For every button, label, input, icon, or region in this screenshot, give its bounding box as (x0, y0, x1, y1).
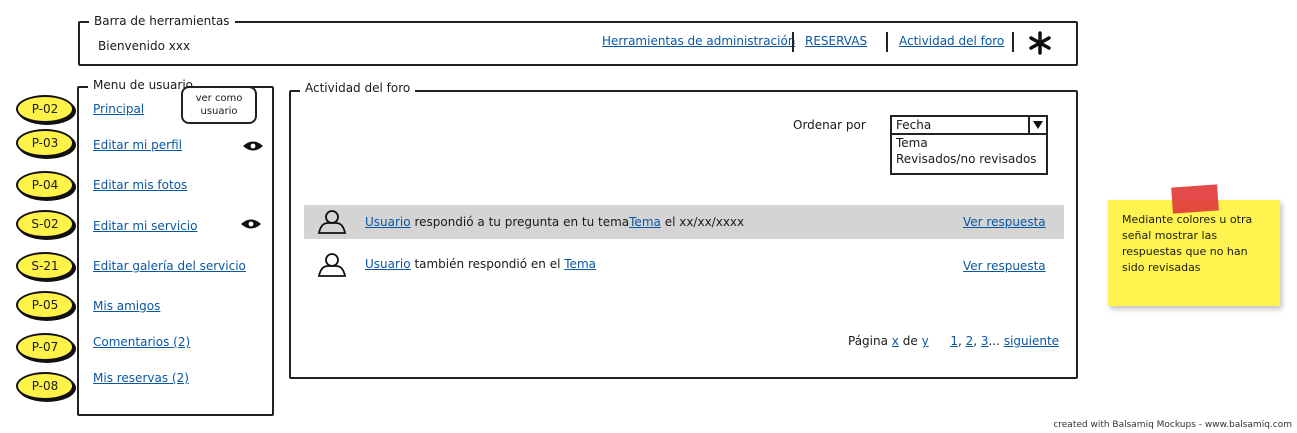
current-page-link[interactable]: x (892, 334, 899, 348)
sticky-note-tape (1171, 184, 1219, 214)
pagination: Página x de y 1, 2, 3... siguiente (848, 334, 1060, 348)
sort-select[interactable]: Fecha (890, 115, 1048, 135)
sort-option[interactable]: Tema (896, 135, 1046, 151)
sticky-note: Mediante colores u otra señal mostrar la… (1108, 200, 1280, 306)
view-answer-link[interactable]: Ver respuesta (963, 259, 1046, 273)
balsamiq-credit: created with Balsamiq Mockups - www.bals… (1053, 420, 1292, 430)
screen-badge: S-21 (16, 252, 74, 280)
toolbar-legend: Barra de herramientas (89, 14, 235, 28)
sort-label: Ordenar por (793, 118, 866, 132)
screen-badge: P-05 (16, 291, 74, 319)
menu-item-comments[interactable]: Comentarios (2) (93, 335, 190, 349)
page-of-label: de (902, 334, 918, 348)
page-2-link[interactable]: 2 (966, 334, 974, 348)
asterisk-icon[interactable] (1028, 31, 1052, 55)
activity-row-text: Usuario respondió a tu pregunta en tu te… (365, 215, 744, 229)
chevron-down-icon[interactable] (1028, 117, 1046, 133)
menu-item-edit-profile[interactable]: Editar mi perfil (93, 138, 182, 152)
sort-option[interactable]: Revisados/no revisados (896, 151, 1046, 167)
menu-item-edit-photos[interactable]: Editar mis fotos (93, 178, 187, 192)
screen-badge: P-03 (16, 129, 74, 157)
activity-description: respondió a tu pregunta en tu tema (414, 215, 630, 229)
toolbar-separator (886, 32, 888, 52)
topic-link[interactable]: Tema (629, 215, 661, 229)
view-answer-link[interactable]: Ver respuesta (963, 215, 1046, 229)
user-link[interactable]: Usuario (365, 215, 411, 229)
page-label: Página (848, 334, 888, 348)
next-page-link[interactable]: siguiente (1004, 334, 1059, 348)
screen-badge: P-02 (16, 95, 74, 123)
page-1-link[interactable]: 1 (950, 334, 958, 348)
eye-icon[interactable] (242, 140, 264, 152)
reservas-link[interactable]: RESERVAS (805, 34, 867, 48)
menu-item-principal[interactable]: Principal (93, 102, 144, 116)
screen-badge: P-08 (16, 372, 74, 400)
user-icon (317, 210, 347, 234)
topic-link[interactable]: Tema (564, 257, 596, 271)
menu-item-edit-gallery[interactable]: Editar galería del servicio (93, 259, 246, 273)
welcome-text: Bienvenido xxx (98, 39, 191, 53)
menu-item-reservations[interactable]: Mis reservas (2) (93, 371, 189, 385)
activity-date: el xx/xx/xxxx (664, 215, 745, 229)
admin-tools-link[interactable]: Herramientas de administración (602, 34, 795, 48)
pagination-ellipsis: ... (988, 334, 1000, 348)
screen-badge: S-02 (16, 210, 74, 238)
user-link[interactable]: Usuario (365, 257, 411, 271)
total-pages-link[interactable]: y (922, 334, 929, 348)
user-menu-panel (77, 86, 274, 416)
eye-icon[interactable] (240, 218, 262, 230)
toolbar-separator (792, 32, 794, 52)
activity-row-text: Usuario también respondió en el Tema (365, 257, 596, 271)
forum-activity-link[interactable]: Actividad del foro (899, 34, 1004, 48)
page-3-link[interactable]: 3 (981, 334, 989, 348)
menu-item-friends[interactable]: Mis amigos (93, 299, 160, 313)
activity-description: también respondió en el (414, 257, 561, 271)
screen-badge: P-07 (16, 333, 74, 361)
menu-item-edit-service[interactable]: Editar mi servicio (93, 219, 197, 233)
forum-activity-legend: Actividad del foro (300, 81, 416, 95)
screen-badge: P-04 (16, 171, 74, 199)
toolbar-separator (1012, 32, 1014, 52)
user-icon (317, 253, 347, 277)
sort-options-list: Tema Revisados/no revisados (890, 135, 1048, 175)
sort-selected-value: Fecha (896, 118, 932, 132)
view-as-user-tooltip: ver como usuario (181, 86, 257, 124)
